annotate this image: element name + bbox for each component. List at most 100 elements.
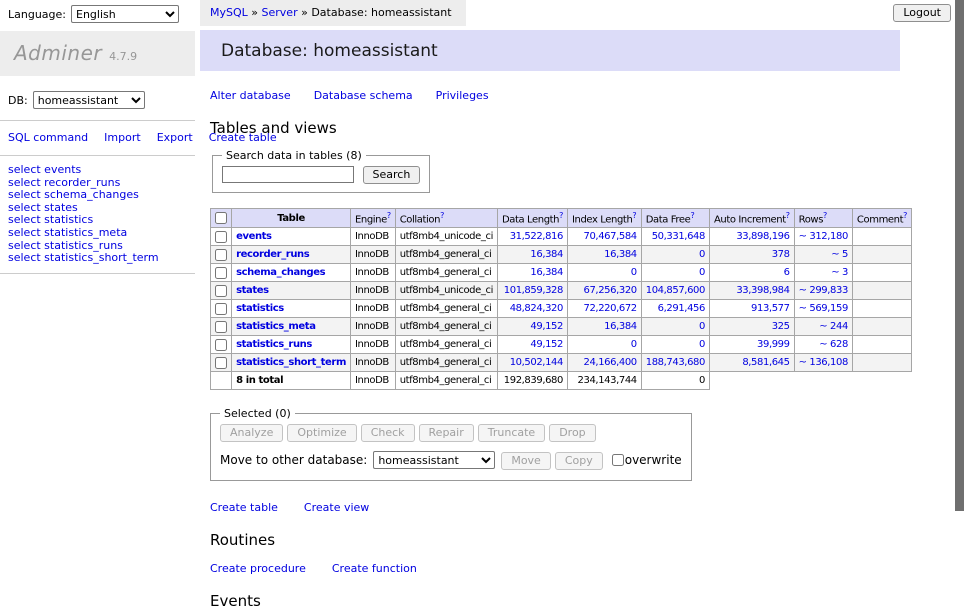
help-link[interactable]: ? (786, 211, 790, 220)
row-checkbox[interactable] (215, 339, 227, 351)
db-select[interactable]: homeassistant (33, 91, 145, 109)
create-link[interactable]: Create view (304, 501, 369, 514)
table-name-link[interactable]: statistics_short_term (236, 357, 346, 368)
sidebar-select-link[interactable]: select statistics_meta (8, 226, 127, 239)
breadcrumb-item[interactable]: Server (262, 6, 298, 19)
collation-cell: utf8mb4_unicode_ci (395, 228, 497, 246)
language-select[interactable]: English (71, 5, 179, 23)
help-link[interactable]: ? (387, 211, 391, 220)
db-action-links: Alter database Database schema Privileges (210, 89, 912, 102)
row-checkbox[interactable] (215, 249, 227, 261)
index-length-cell: 72,220,672 (567, 300, 641, 318)
table-total-row: 8 in total InnoDB utf8mb4_general_ci 192… (211, 372, 912, 390)
overwrite-checkbox[interactable] (612, 454, 624, 466)
sidebar-select-link[interactable]: select statistics_short_term (8, 251, 159, 264)
sidebar-select-link[interactable]: select schema_changes (8, 188, 139, 201)
table-name-link[interactable]: events (236, 231, 272, 242)
data-free-cell: 188,743,680 (641, 354, 709, 372)
sidebar-select-link[interactable]: select events (8, 163, 81, 176)
auto-increment-cell: 39,999 (709, 336, 794, 354)
analyze-button[interactable]: Analyze (220, 424, 283, 442)
table-name-link[interactable]: statistics (236, 303, 284, 314)
help-link[interactable]: ? (632, 211, 636, 220)
breadcrumb-separator: » (298, 6, 312, 19)
sidebar-action-link[interactable]: Export (157, 131, 193, 144)
truncate-button[interactable]: Truncate (478, 424, 545, 442)
sidebar-select-link[interactable]: select statistics (8, 213, 93, 226)
vertical-scrollbar-thumb[interactable] (955, 0, 964, 511)
table-name-link[interactable]: statistics_meta (236, 321, 315, 332)
check-button[interactable]: Check (361, 424, 415, 442)
overwrite-label[interactable]: overwrite (625, 453, 682, 467)
create-links-row: Create table Create view (210, 501, 912, 514)
sidebar-select-link[interactable]: select statistics_runs (8, 239, 123, 252)
move-button[interactable]: Move (501, 452, 551, 470)
sidebar-action-link[interactable]: Import (104, 131, 141, 144)
create-link[interactable]: Create table (210, 501, 278, 514)
sidebar-action-link[interactable]: SQL command (8, 131, 88, 144)
data-length-cell: 16,384 (497, 246, 567, 264)
column-header: Collation? (395, 209, 497, 228)
routine-create-link[interactable]: Create function (332, 562, 417, 575)
help-link[interactable]: ? (440, 211, 444, 220)
row-checkbox[interactable] (215, 357, 227, 369)
help-link[interactable]: ? (903, 211, 907, 220)
search-legend: Search data in tables (8) (222, 149, 366, 162)
db-row: DB: homeassistant (8, 91, 187, 109)
search-button[interactable]: Search (363, 166, 421, 184)
table-row: statistics_metaInnoDButf8mb4_general_ci4… (211, 318, 912, 336)
column-header: Data Length? (497, 209, 567, 228)
auto-increment-cell: 325 (709, 318, 794, 336)
help-link[interactable]: ? (823, 211, 827, 220)
db-action-link[interactable]: Privileges (436, 89, 489, 102)
optimize-button[interactable]: Optimize (287, 424, 356, 442)
table-row: statistics_runsInnoDButf8mb4_general_ci4… (211, 336, 912, 354)
copy-button[interactable]: Copy (555, 452, 603, 470)
selected-buttons-row: AnalyzeOptimize CheckRepairTruncateDrop (220, 424, 682, 442)
breadcrumb: MySQL » Server » Database: homeassistant (200, 0, 466, 26)
collation-cell: utf8mb4_unicode_ci (395, 282, 497, 300)
move-db-select[interactable]: homeassistant (373, 451, 495, 469)
row-checkbox[interactable] (215, 267, 227, 279)
row-checkbox[interactable] (215, 303, 227, 315)
breadcrumb-item[interactable]: MySQL (210, 6, 248, 19)
drop-button[interactable]: Drop (549, 424, 595, 442)
sidebar: Language:English Adminer4.7.9 DB:homeass… (0, 0, 195, 543)
data-length-cell: 49,152 (497, 336, 567, 354)
table-name-link[interactable]: schema_changes (236, 267, 325, 278)
rows-cell: ~ 3 (794, 264, 852, 282)
engine-cell: InnoDB (350, 246, 395, 264)
table-name-link[interactable]: statistics_runs (236, 339, 312, 350)
table-name-link[interactable]: states (236, 285, 269, 296)
routine-create-link[interactable]: Create procedure (210, 562, 306, 575)
db-action-link[interactable]: Database schema (314, 89, 413, 102)
index-length-cell: 70,467,584 (567, 228, 641, 246)
routines-links-row: Create procedure Create function (210, 562, 912, 575)
help-link[interactable]: ? (690, 211, 694, 220)
row-checkbox[interactable] (215, 321, 227, 333)
row-checkbox[interactable] (215, 285, 227, 297)
collation-cell: utf8mb4_general_ci (395, 354, 497, 372)
db-label: DB: (8, 94, 28, 107)
db-action-link[interactable]: Alter database (210, 89, 291, 102)
tables-overview-table: TableEngine?Collation?Data Length?Index … (210, 208, 912, 390)
table-row: schema_changesInnoDButf8mb4_general_ci16… (211, 264, 912, 282)
sidebar-select-link[interactable]: select recorder_runs (8, 176, 120, 189)
column-header: Rows? (794, 209, 852, 228)
select-all-checkbox[interactable] (215, 212, 227, 224)
total-data-length: 192,839,680 (497, 372, 567, 390)
rows-cell: ~ 312,180 (794, 228, 852, 246)
sidebar-select-link[interactable]: select states (8, 201, 78, 214)
data-free-cell: 0 (641, 246, 709, 264)
logout-button[interactable]: Logout (893, 4, 951, 22)
engine-cell: InnoDB (350, 336, 395, 354)
row-checkbox[interactable] (215, 231, 227, 243)
engine-cell: InnoDB (350, 300, 395, 318)
repair-button[interactable]: Repair (419, 424, 474, 442)
data-length-cell: 49,152 (497, 318, 567, 336)
table-name-link[interactable]: recorder_runs (236, 249, 309, 260)
index-length-cell: 16,384 (567, 246, 641, 264)
help-link[interactable]: ? (559, 211, 563, 220)
column-header: Engine? (350, 209, 395, 228)
search-input[interactable] (222, 166, 354, 183)
